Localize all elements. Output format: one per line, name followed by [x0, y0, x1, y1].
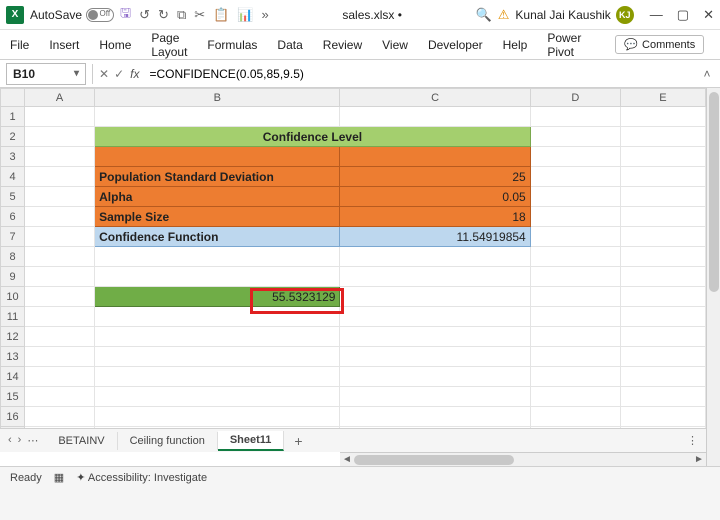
user-account[interactable]: Kunal Jai Kaushik KJ	[515, 6, 633, 24]
row-header[interactable]: 10	[1, 287, 25, 307]
autosave-toggle[interactable]: Off	[86, 8, 114, 22]
warning-icon[interactable]: ⚠	[498, 7, 510, 23]
fx-icon[interactable]: fx	[130, 67, 139, 81]
worksheet-area: A B C D E 1 2 Confidence Level 3 4 Populat…	[0, 88, 720, 466]
autosave-group: AutoSave Off	[30, 8, 114, 22]
select-all-corner[interactable]	[1, 89, 25, 107]
sheet-tab[interactable]: BETAINV	[46, 432, 117, 450]
app-icon: X	[6, 6, 24, 24]
status-bar: Ready ▦ ✦ Accessibility: Investigate	[0, 466, 720, 488]
row-header[interactable]: 2	[1, 127, 25, 147]
label-cell[interactable]: Confidence Function	[95, 227, 340, 247]
tab-page-layout[interactable]: Page Layout	[149, 29, 189, 61]
row-header[interactable]: 12	[1, 327, 25, 347]
value-cell[interactable]: 11.54919854	[340, 227, 530, 247]
tab-file[interactable]: File	[8, 36, 31, 54]
label-cell[interactable]: Sample Size	[95, 207, 340, 227]
tab-prev-icon[interactable]: ‹	[8, 434, 12, 447]
maximize-icon[interactable]: ▢	[677, 7, 689, 23]
comment-icon: 💬	[624, 38, 638, 51]
accept-formula-icon[interactable]: ✓	[114, 67, 124, 81]
horizontal-scrollbar[interactable]: ◄ ►	[340, 452, 706, 466]
sheet-tab[interactable]: Ceiling function	[118, 432, 218, 450]
tab-power-pivot[interactable]: Power Pivot	[545, 29, 583, 61]
col-header[interactable]: D	[530, 89, 620, 107]
row-header[interactable]: 13	[1, 347, 25, 367]
quick-access-toolbar: 🖫 ↺ ↻ ⧉ ✂ 📋 📊 »	[120, 4, 269, 26]
tab-review[interactable]: Review	[321, 36, 364, 54]
formula-input[interactable]	[145, 63, 698, 85]
value-cell[interactable]: 0.05	[340, 187, 530, 207]
user-name: Kunal Jai Kaushik	[515, 8, 610, 22]
row-header[interactable]: 15	[1, 387, 25, 407]
save-icon[interactable]: 🖫	[120, 4, 131, 26]
chart-icon[interactable]: 📊	[237, 7, 253, 23]
comments-button[interactable]: 💬 Comments	[615, 35, 704, 54]
grid[interactable]: A B C D E 1 2 Confidence Level 3 4 Populat…	[0, 88, 706, 447]
tab-formulas[interactable]: Formulas	[205, 36, 259, 54]
row-header[interactable]: 9	[1, 267, 25, 287]
macro-icon[interactable]: ▦	[54, 471, 64, 484]
search-icon[interactable]: 🔍	[476, 7, 492, 23]
vertical-scrollbar[interactable]	[706, 88, 720, 466]
scroll-thumb[interactable]	[709, 92, 719, 292]
tab-view[interactable]: View	[380, 36, 410, 54]
redo-icon[interactable]: ↻	[158, 7, 169, 23]
accessibility-status[interactable]: ✦ Accessibility: Investigate	[76, 471, 207, 484]
tab-insert[interactable]: Insert	[47, 36, 81, 54]
col-header[interactable]: E	[620, 89, 705, 107]
cut-icon[interactable]: ✂	[194, 7, 205, 23]
col-header[interactable]: C	[340, 89, 530, 107]
close-icon[interactable]: ✕	[703, 7, 714, 23]
avatar: KJ	[616, 6, 634, 24]
undo-icon[interactable]: ↺	[139, 7, 150, 23]
add-sheet-button[interactable]: +	[284, 433, 312, 449]
row-header[interactable]: 7	[1, 227, 25, 247]
title-cell[interactable]: Confidence Level	[95, 127, 531, 147]
sheet-tab-bar: ‹ › ⋯ BETAINV Ceiling function Sheet11 +…	[0, 428, 706, 452]
scroll-thumb[interactable]	[354, 455, 514, 465]
row-header[interactable]: 11	[1, 307, 25, 327]
tab-more-icon[interactable]: ⋯	[27, 434, 38, 447]
row-header[interactable]: 5	[1, 187, 25, 207]
label-cell[interactable]: Population Standard Deviation	[95, 167, 340, 187]
row-header[interactable]: 14	[1, 367, 25, 387]
row-header[interactable]: 8	[1, 247, 25, 267]
tab-home[interactable]: Home	[97, 36, 133, 54]
minimize-icon[interactable]: —	[650, 7, 663, 22]
ribbon: File Insert Home Page Layout Formulas Da…	[0, 30, 720, 60]
col-header[interactable]: A	[25, 89, 95, 107]
tab-help[interactable]: Help	[501, 36, 530, 54]
active-cell[interactable]: 55.5323129	[95, 287, 340, 307]
cancel-formula-icon[interactable]: ✕	[99, 67, 109, 81]
tab-developer[interactable]: Developer	[426, 36, 485, 54]
accessibility-icon: ✦	[76, 472, 88, 484]
titlebar: X AutoSave Off 🖫 ↺ ↻ ⧉ ✂ 📋 📊 » sales.xls…	[0, 0, 720, 30]
value-cell[interactable]: 25	[340, 167, 530, 187]
row-header[interactable]: 3	[1, 147, 25, 167]
row-header[interactable]: 6	[1, 207, 25, 227]
formula-bar: B10 ▾ ✕ ✓ fx ˄	[0, 60, 720, 88]
scroll-left-icon[interactable]: ◄	[340, 454, 354, 465]
label-cell[interactable]: Alpha	[95, 187, 340, 207]
tab-options-icon[interactable]: ⋮	[679, 434, 706, 447]
row-header[interactable]: 4	[1, 167, 25, 187]
tab-data[interactable]: Data	[275, 36, 304, 54]
scroll-right-icon[interactable]: ►	[692, 454, 706, 465]
chevron-down-icon[interactable]: ▾	[74, 68, 79, 79]
sheet-tab-active[interactable]: Sheet11	[218, 431, 285, 451]
expand-formula-icon[interactable]: ˄	[698, 67, 716, 81]
status-ready: Ready	[10, 472, 42, 484]
col-header[interactable]: B	[95, 89, 340, 107]
autosave-label: AutoSave	[30, 8, 82, 22]
row-header[interactable]: 1	[1, 107, 25, 127]
copy-icon[interactable]: ⧉	[177, 7, 186, 23]
filename[interactable]: sales.xlsx •	[342, 8, 402, 22]
row-header[interactable]: 16	[1, 407, 25, 427]
name-box[interactable]: B10 ▾	[6, 63, 86, 85]
value-cell[interactable]: 18	[340, 207, 530, 227]
tab-next-icon[interactable]: ›	[18, 434, 22, 447]
paste-icon[interactable]: 📋	[213, 7, 229, 23]
more-icon[interactable]: »	[262, 7, 269, 22]
